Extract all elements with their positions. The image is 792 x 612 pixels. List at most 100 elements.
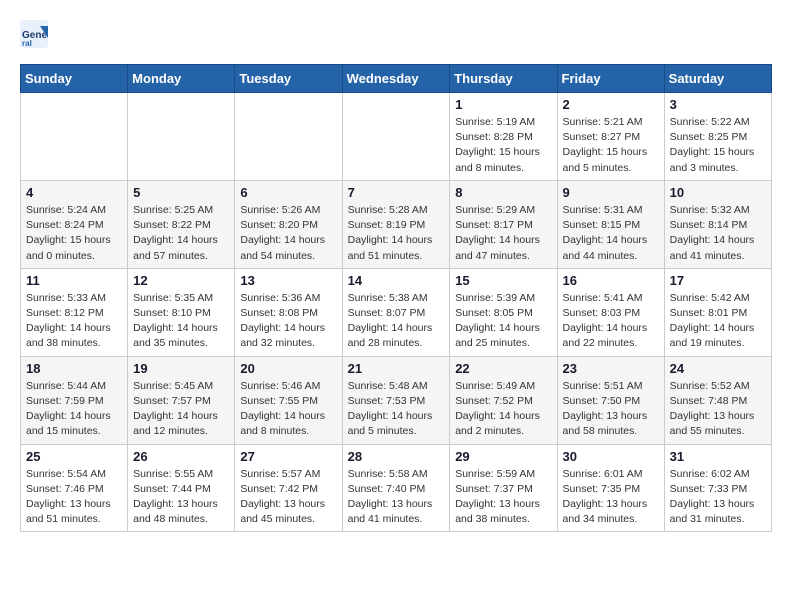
day-info: Sunrise: 5:19 AM Sunset: 8:28 PM Dayligh…: [455, 115, 551, 176]
day-number: 23: [563, 361, 659, 376]
day-number: 26: [133, 449, 229, 464]
day-info: Sunrise: 5:49 AM Sunset: 7:52 PM Dayligh…: [455, 379, 551, 440]
page-header: Gene ral: [20, 20, 772, 48]
calendar-cell: 6 Sunrise: 5:26 AM Sunset: 8:20 PM Daylig…: [235, 180, 342, 268]
calendar-cell: 2 Sunrise: 5:21 AM Sunset: 8:27 PM Daylig…: [557, 93, 664, 181]
day-info: Sunrise: 5:24 AM Sunset: 8:24 PM Dayligh…: [26, 203, 122, 264]
day-info: Sunrise: 5:26 AM Sunset: 8:20 PM Dayligh…: [240, 203, 336, 264]
calendar-week-row: 18Sunrise: 5:44 AM Sunset: 7:59 PM Dayli…: [21, 356, 772, 444]
day-info: Sunrise: 5:57 AM Sunset: 7:42 PM Dayligh…: [240, 467, 336, 528]
day-info: Sunrise: 5:44 AM Sunset: 7:59 PM Dayligh…: [26, 379, 122, 440]
calendar-cell: 25 Sunrise: 5:54 AM Sunset: 7:46 PM Dayli…: [21, 444, 128, 532]
day-info: Sunrise: 5:32 AM Sunset: 8:14 PM Dayligh…: [670, 203, 766, 264]
day-number: 29: [455, 449, 551, 464]
day-info: Sunrise: 5:28 AM Sunset: 8:19 PM Dayligh…: [348, 203, 445, 264]
day-number: 10: [670, 185, 766, 200]
logo: Gene ral: [20, 20, 52, 48]
calendar-week-row: 11 Sunrise: 5:33 AM Sunset: 8:12 PM Dayli…: [21, 268, 772, 356]
day-number: 16: [563, 273, 659, 288]
day-number: 15: [455, 273, 551, 288]
calendar-cell: 19Sunrise: 5:45 AM Sunset: 7:57 PM Dayli…: [128, 356, 235, 444]
day-number: 14: [348, 273, 445, 288]
day-info: Sunrise: 5:38 AM Sunset: 8:07 PM Dayligh…: [348, 291, 445, 352]
calendar-cell: 27 Sunrise: 5:57 AM Sunset: 7:42 PM Dayli…: [235, 444, 342, 532]
day-number: 27: [240, 449, 336, 464]
calendar-cell: 3 Sunrise: 5:22 AM Sunset: 8:25 PM Daylig…: [664, 93, 771, 181]
calendar-header-sunday: Sunday: [21, 65, 128, 93]
calendar-cell: 16 Sunrise: 5:41 AM Sunset: 8:03 PM Dayli…: [557, 268, 664, 356]
day-info: Sunrise: 5:54 AM Sunset: 7:46 PM Dayligh…: [26, 467, 122, 528]
calendar-header-friday: Friday: [557, 65, 664, 93]
day-number: 28: [348, 449, 445, 464]
calendar-table: SundayMondayTuesdayWednesdayThursdayFrid…: [20, 64, 772, 532]
day-number: 12: [133, 273, 229, 288]
calendar-cell: 31Sunrise: 6:02 AM Sunset: 7:33 PM Dayli…: [664, 444, 771, 532]
day-info: Sunrise: 6:02 AM Sunset: 7:33 PM Dayligh…: [670, 467, 766, 528]
day-info: Sunrise: 5:33 AM Sunset: 8:12 PM Dayligh…: [26, 291, 122, 352]
calendar-cell: 15Sunrise: 5:39 AM Sunset: 8:05 PM Dayli…: [450, 268, 557, 356]
day-number: 2: [563, 97, 659, 112]
calendar-header-thursday: Thursday: [450, 65, 557, 93]
day-number: 22: [455, 361, 551, 376]
day-info: Sunrise: 5:36 AM Sunset: 8:08 PM Dayligh…: [240, 291, 336, 352]
day-number: 7: [348, 185, 445, 200]
calendar-header-tuesday: Tuesday: [235, 65, 342, 93]
day-info: Sunrise: 5:42 AM Sunset: 8:01 PM Dayligh…: [670, 291, 766, 352]
day-info: Sunrise: 6:01 AM Sunset: 7:35 PM Dayligh…: [563, 467, 659, 528]
logo-icon: Gene ral: [20, 20, 48, 48]
calendar-week-row: 4 Sunrise: 5:24 AM Sunset: 8:24 PM Daylig…: [21, 180, 772, 268]
calendar-cell: 5 Sunrise: 5:25 AM Sunset: 8:22 PM Daylig…: [128, 180, 235, 268]
day-number: 8: [455, 185, 551, 200]
day-info: Sunrise: 5:51 AM Sunset: 7:50 PM Dayligh…: [563, 379, 659, 440]
calendar-cell: 10 Sunrise: 5:32 AM Sunset: 8:14 PM Dayli…: [664, 180, 771, 268]
calendar-cell: 26 Sunrise: 5:55 AM Sunset: 7:44 PM Dayli…: [128, 444, 235, 532]
day-info: Sunrise: 5:21 AM Sunset: 8:27 PM Dayligh…: [563, 115, 659, 176]
calendar-cell: [235, 93, 342, 181]
calendar-cell: 18Sunrise: 5:44 AM Sunset: 7:59 PM Dayli…: [21, 356, 128, 444]
day-number: 3: [670, 97, 766, 112]
day-info: Sunrise: 5:25 AM Sunset: 8:22 PM Dayligh…: [133, 203, 229, 264]
day-number: 24: [670, 361, 766, 376]
calendar-cell: 21Sunrise: 5:48 AM Sunset: 7:53 PM Dayli…: [342, 356, 450, 444]
day-info: Sunrise: 5:52 AM Sunset: 7:48 PM Dayligh…: [670, 379, 766, 440]
day-info: Sunrise: 5:29 AM Sunset: 8:17 PM Dayligh…: [455, 203, 551, 264]
day-number: 20: [240, 361, 336, 376]
calendar-cell: 30 Sunrise: 6:01 AM Sunset: 7:35 PM Dayli…: [557, 444, 664, 532]
calendar-cell: 29 Sunrise: 5:59 AM Sunset: 7:37 PM Dayli…: [450, 444, 557, 532]
calendar-cell: 12 Sunrise: 5:35 AM Sunset: 8:10 PM Dayli…: [128, 268, 235, 356]
day-number: 6: [240, 185, 336, 200]
calendar-cell: 20 Sunrise: 5:46 AM Sunset: 7:55 PM Dayli…: [235, 356, 342, 444]
calendar-header-wednesday: Wednesday: [342, 65, 450, 93]
calendar-cell: 14 Sunrise: 5:38 AM Sunset: 8:07 PM Dayli…: [342, 268, 450, 356]
day-info: Sunrise: 5:31 AM Sunset: 8:15 PM Dayligh…: [563, 203, 659, 264]
calendar-cell: 23 Sunrise: 5:51 AM Sunset: 7:50 PM Dayli…: [557, 356, 664, 444]
calendar-cell: 22 Sunrise: 5:49 AM Sunset: 7:52 PM Dayli…: [450, 356, 557, 444]
day-info: Sunrise: 5:22 AM Sunset: 8:25 PM Dayligh…: [670, 115, 766, 176]
day-number: 21: [348, 361, 445, 376]
calendar-cell: 24 Sunrise: 5:52 AM Sunset: 7:48 PM Dayli…: [664, 356, 771, 444]
calendar-cell: [342, 93, 450, 181]
day-info: Sunrise: 5:59 AM Sunset: 7:37 PM Dayligh…: [455, 467, 551, 528]
day-number: 5: [133, 185, 229, 200]
day-number: 25: [26, 449, 122, 464]
calendar-cell: 28Sunrise: 5:58 AM Sunset: 7:40 PM Dayli…: [342, 444, 450, 532]
day-number: 9: [563, 185, 659, 200]
day-number: 19: [133, 361, 229, 376]
calendar-cell: 1Sunrise: 5:19 AM Sunset: 8:28 PM Daylig…: [450, 93, 557, 181]
calendar-cell: 4 Sunrise: 5:24 AM Sunset: 8:24 PM Daylig…: [21, 180, 128, 268]
calendar-cell: 17Sunrise: 5:42 AM Sunset: 8:01 PM Dayli…: [664, 268, 771, 356]
day-info: Sunrise: 5:55 AM Sunset: 7:44 PM Dayligh…: [133, 467, 229, 528]
day-number: 4: [26, 185, 122, 200]
calendar-cell: 7 Sunrise: 5:28 AM Sunset: 8:19 PM Daylig…: [342, 180, 450, 268]
day-number: 11: [26, 273, 122, 288]
day-info: Sunrise: 5:35 AM Sunset: 8:10 PM Dayligh…: [133, 291, 229, 352]
calendar-cell: 8 Sunrise: 5:29 AM Sunset: 8:17 PM Daylig…: [450, 180, 557, 268]
calendar-header-saturday: Saturday: [664, 65, 771, 93]
calendar-cell: 13Sunrise: 5:36 AM Sunset: 8:08 PM Dayli…: [235, 268, 342, 356]
calendar-header-row: SundayMondayTuesdayWednesdayThursdayFrid…: [21, 65, 772, 93]
day-info: Sunrise: 5:41 AM Sunset: 8:03 PM Dayligh…: [563, 291, 659, 352]
day-number: 30: [563, 449, 659, 464]
day-info: Sunrise: 5:46 AM Sunset: 7:55 PM Dayligh…: [240, 379, 336, 440]
calendar-cell: [128, 93, 235, 181]
calendar-header-monday: Monday: [128, 65, 235, 93]
